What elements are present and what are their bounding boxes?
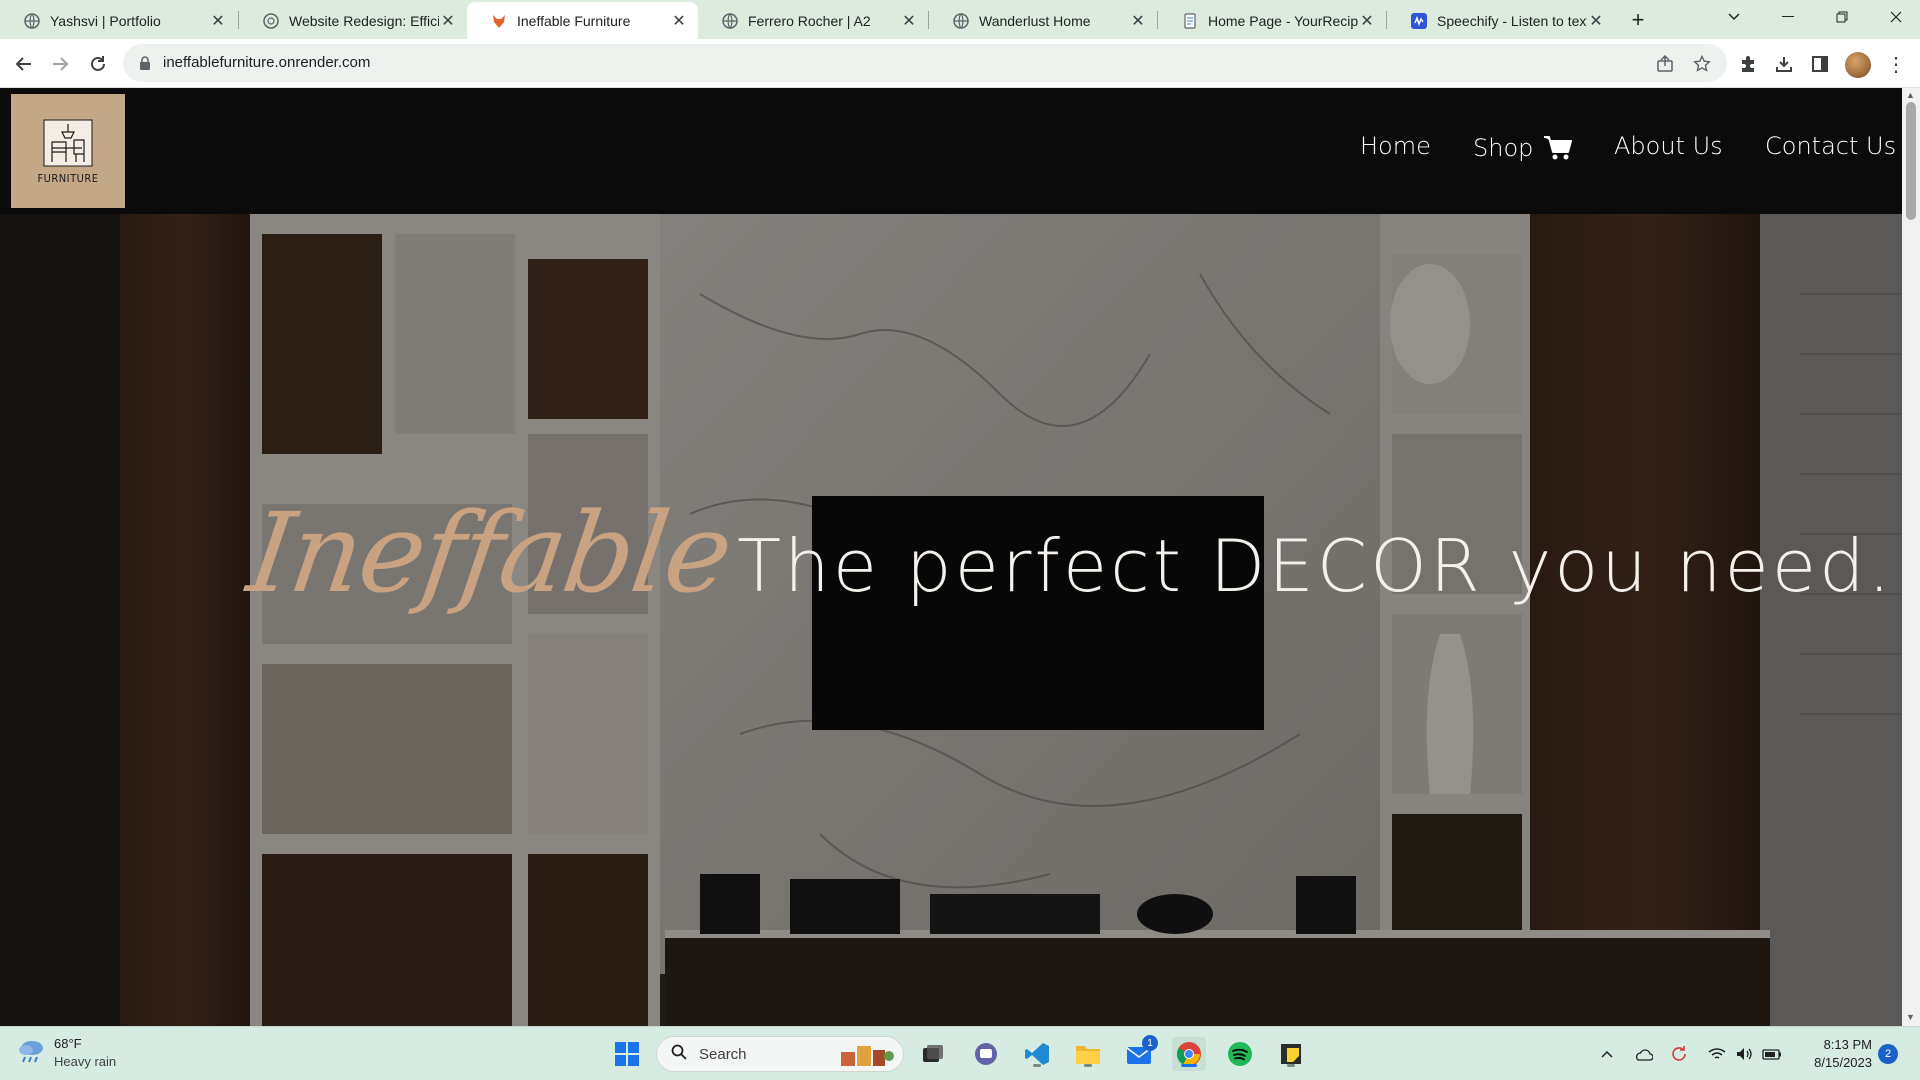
browser-tab[interactable]: Wanderlust Home ✕ <box>929 2 1157 39</box>
weather-temperature: 68°F <box>54 1036 82 1051</box>
close-tab-icon[interactable]: ✕ <box>670 12 688 30</box>
file-explorer-icon[interactable] <box>1071 1037 1105 1071</box>
url-text[interactable]: ineffablefurniture.onrender.com <box>163 54 370 71</box>
task-view-icon[interactable] <box>916 1037 950 1071</box>
vscode-icon[interactable] <box>1020 1037 1054 1071</box>
site-header: FURNITURE Home Shop About Us Contact Us <box>0 88 1902 214</box>
document-icon <box>1182 12 1198 29</box>
nav-contact-us[interactable]: Contact Us <box>1765 132 1896 160</box>
speechify-icon <box>1411 12 1427 29</box>
close-tab-icon[interactable]: ✕ <box>1129 12 1147 30</box>
clock-date: 8/15/2023 <box>1814 1055 1872 1070</box>
lock-icon[interactable] <box>139 56 151 75</box>
sticky-notes-icon[interactable] <box>1274 1037 1308 1071</box>
mail-icon[interactable]: 1 <box>1122 1035 1158 1071</box>
browser-tab-strip: Yashsvi | Portfolio ✕ Website Redesign: … <box>0 0 1920 39</box>
hero-dark-overlay <box>0 214 1902 1026</box>
browser-tab[interactable]: Speechify - Listen to text ✕ <box>1387 2 1615 39</box>
sync-icon[interactable] <box>1668 1043 1690 1065</box>
tab-title: Ineffable Furniture <box>517 12 631 29</box>
reload-icon[interactable] <box>82 48 114 80</box>
tab-title: Website Redesign: Efficier <box>289 12 439 29</box>
search-placeholder: Search <box>699 1045 747 1063</box>
tab-title: Speechify - Listen to text <box>1437 12 1587 29</box>
extensions-puzzle-icon[interactable] <box>1736 52 1760 76</box>
address-bar[interactable]: ineffablefurniture.onrender.com <box>123 44 1727 82</box>
profile-avatar[interactable] <box>1845 52 1871 78</box>
browser-tab[interactable]: Yashsvi | Portfolio ✕ <box>0 2 237 39</box>
close-window-icon[interactable] <box>1868 0 1920 34</box>
taskbar-search-input[interactable]: Search <box>656 1036 904 1072</box>
taskbar-clock[interactable]: 8:13 PM 8/15/2023 <box>1792 1036 1872 1072</box>
hero-headline: Ineffable The perfect DECOR you need. <box>241 489 1894 617</box>
browser-tab[interactable]: Website Redesign: Efficier ✕ <box>239 2 467 39</box>
hero-section: Ineffable The perfect DECOR you need. <box>0 214 1902 1026</box>
notification-badge[interactable]: 2 <box>1878 1044 1898 1064</box>
nav-home[interactable]: Home <box>1360 132 1431 160</box>
teams-chat-icon[interactable] <box>969 1037 1003 1071</box>
search-icon <box>671 1044 687 1064</box>
mail-badge: 1 <box>1142 1035 1158 1051</box>
chrome-menu-icon[interactable]: ⋮ <box>1886 52 1906 76</box>
close-tab-icon[interactable]: ✕ <box>1587 12 1605 30</box>
fox-icon <box>491 13 507 29</box>
nav-shop-label: Shop <box>1473 134 1534 162</box>
onedrive-cloud-icon[interactable] <box>1632 1043 1654 1065</box>
hero-tagline: The perfect DECOR you need. <box>737 524 1894 608</box>
tab-search-icon[interactable] <box>1706 0 1762 34</box>
close-tab-icon[interactable]: ✕ <box>1358 12 1376 30</box>
forward-arrow-icon[interactable] <box>44 48 76 80</box>
wifi-icon[interactable] <box>1706 1043 1728 1065</box>
browser-toolbar: ineffablefurniture.onrender.com ⋮ <box>0 39 1920 88</box>
weather-widget[interactable]: 68°F Heavy rain <box>16 1035 116 1071</box>
browser-tab[interactable]: Ferrero Rocher | A2 ✕ <box>698 2 928 39</box>
tab-title: Wanderlust Home <box>979 12 1091 29</box>
share-icon[interactable] <box>1654 53 1676 75</box>
back-arrow-icon[interactable] <box>8 48 40 80</box>
browser-tab[interactable]: Home Page - YourRecipe ✕ <box>1158 2 1386 39</box>
nav-about-us[interactable]: About Us <box>1614 132 1723 160</box>
rain-cloud-icon <box>16 1036 46 1071</box>
close-tab-icon[interactable]: ✕ <box>439 12 457 30</box>
minimize-window-icon[interactable] <box>1760 0 1816 34</box>
download-icon[interactable] <box>1772 52 1796 76</box>
side-panel-icon[interactable] <box>1808 52 1832 76</box>
tab-title: Yashsvi | Portfolio <box>50 12 161 29</box>
close-tab-icon[interactable]: ✕ <box>209 12 227 30</box>
globe-icon <box>722 12 738 29</box>
page-scrollbar[interactable]: ▲ ▼ <box>1902 88 1920 1026</box>
spotify-icon[interactable] <box>1223 1037 1257 1071</box>
chrome-icon[interactable] <box>1172 1037 1206 1071</box>
battery-icon[interactable] <box>1761 1043 1783 1065</box>
restore-window-icon[interactable] <box>1814 0 1870 34</box>
tab-title: Home Page - YourRecipe <box>1208 12 1358 29</box>
volume-icon[interactable] <box>1734 1043 1756 1065</box>
search-highlight-image <box>839 1042 895 1072</box>
web-page: FURNITURE Home Shop About Us Contact Us <box>0 88 1920 1026</box>
close-tab-icon[interactable]: ✕ <box>900 12 918 30</box>
tab-title: Ferrero Rocher | A2 <box>748 12 871 29</box>
show-hidden-icons-chevron-icon[interactable] <box>1596 1043 1618 1065</box>
globe-icon <box>953 12 969 29</box>
weather-condition: Heavy rain <box>54 1054 117 1069</box>
bookmark-star-icon[interactable] <box>1691 53 1713 75</box>
shopping-cart-icon <box>1543 135 1573 161</box>
scroll-down-arrow-icon[interactable]: ▼ <box>1906 1012 1915 1022</box>
windows-start-icon[interactable] <box>610 1037 644 1071</box>
chatgpt-icon <box>263 12 279 29</box>
scroll-up-arrow-icon[interactable]: ▲ <box>1906 90 1915 100</box>
logo-text: FURNITURE <box>37 171 99 185</box>
chair-lamp-logo-icon <box>43 119 93 166</box>
hero-script-word: Ineffable <box>241 489 739 617</box>
clock-time: 8:13 PM <box>1823 1037 1872 1052</box>
windows-taskbar: 68°F Heavy rain Search 1 8:13 PM 8/15/20… <box>0 1026 1920 1080</box>
globe-icon <box>24 12 40 29</box>
site-logo[interactable]: FURNITURE <box>11 94 125 208</box>
browser-tab-active[interactable]: Ineffable Furniture ✕ <box>467 2 698 39</box>
nav-shop[interactable]: Shop <box>1473 134 1573 162</box>
new-tab-button[interactable]: + <box>1624 6 1652 34</box>
scrollbar-thumb[interactable] <box>1906 102 1916 220</box>
